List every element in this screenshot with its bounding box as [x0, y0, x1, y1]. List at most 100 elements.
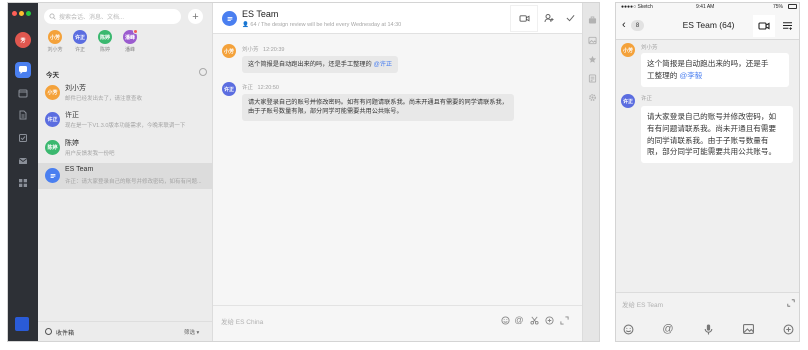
inbox-icon	[45, 328, 52, 335]
mobile-voice-button[interactable]	[702, 323, 714, 335]
favorite-contact[interactable]: 潘峰 潘峰	[119, 29, 141, 53]
chat-subtitle: 👤 64 / The design review will be held ev…	[242, 22, 401, 28]
filter-dropdown[interactable]: 筛选 ▾	[184, 328, 199, 336]
status-bar: ●●●●○ Sketch 9:41 AM 75%	[616, 3, 799, 11]
image-folder-icon[interactable]	[587, 35, 598, 46]
message-avatar: 许正	[621, 94, 635, 108]
rail-docs-icon[interactable]	[15, 107, 31, 123]
message-avatar: 小芳	[621, 43, 635, 57]
message-bubble: 请大家登录自己的账号并修改密码，如 有有问题请联系我。尚未开通且有需要 的同学请…	[641, 106, 793, 164]
add-member-button[interactable]	[544, 13, 554, 23]
mention-button[interactable]: @	[514, 315, 524, 325]
more-actions-button[interactable]	[544, 315, 554, 325]
conversation-row-selected[interactable]: ES Team 许正：请大家登录自己的账号并修改密码，如有有问题...	[38, 163, 212, 189]
conversation-name: ES Team	[65, 166, 94, 173]
settings-icon[interactable]	[587, 92, 598, 103]
chat-title: ES Team	[242, 9, 279, 19]
mobile-nav-bar: ‹ 8 ES Team (64)	[616, 11, 799, 40]
video-camera-icon	[519, 15, 529, 22]
announcement-icon[interactable]	[587, 73, 598, 84]
at-sign-icon: @	[514, 315, 524, 325]
video-camera-icon	[758, 22, 770, 30]
emoji-icon	[500, 315, 510, 325]
favorite-name: 陈婷	[99, 47, 110, 53]
chat-group-avatar	[222, 11, 237, 26]
conversation-name: 许正	[65, 112, 79, 119]
favorite-contact[interactable]: 许正 许正	[69, 30, 91, 53]
plus-circle-icon	[544, 315, 554, 325]
search-box[interactable]: 搜索会话、消息、文档...	[44, 9, 181, 24]
message-text-line: 这个简报是自动跑出来的吗，还是手	[647, 59, 769, 68]
favorite-avatar: 小芳	[48, 30, 62, 44]
conversation-preview: 用户反馈发我一份吧	[65, 151, 115, 157]
conversation-avatar: 许正	[45, 112, 60, 127]
rail-chat-icon[interactable]	[15, 62, 31, 78]
collapse-section-icon[interactable]	[199, 68, 207, 76]
minimize-window-dot[interactable]	[19, 11, 24, 16]
message-text-line: 工整理的	[647, 70, 680, 80]
mobile-video-call-button[interactable]	[753, 15, 775, 37]
expand-composer-button[interactable]	[559, 315, 569, 325]
close-window-dot[interactable]	[12, 11, 17, 16]
microphone-icon	[704, 324, 712, 334]
composer-placeholder: 发给 ES China	[221, 319, 264, 326]
mobile-emoji-button[interactable]	[622, 323, 634, 335]
back-unread-badge[interactable]: 8	[631, 20, 644, 31]
mobile-mention-button[interactable]: @	[662, 323, 674, 335]
conversation-row[interactable]: 小芳 刘小芳 邮件已经发出去了，请注意查收	[38, 80, 212, 106]
favorite-contact[interactable]: 陈婷 陈婷	[94, 30, 116, 53]
rail-apps-icon[interactable]	[15, 175, 31, 191]
conversation-preview: 邮件已经发出去了，请注意查收	[65, 96, 143, 102]
message-meta: 许正 12:20:50	[242, 83, 279, 91]
rail-calendar-icon[interactable]	[15, 85, 31, 101]
search-icon	[49, 13, 56, 20]
message-composer[interactable]: 发给 ES China @	[213, 305, 582, 341]
conversation-avatar: 小芳	[45, 85, 60, 100]
emoji-button[interactable]	[500, 315, 510, 325]
message-time: 12:20:39	[263, 47, 285, 53]
mobile-image-button[interactable]	[742, 323, 754, 335]
conversation-preview: 许正：请大家登录自己的账号并修改密码，如有有问题...	[65, 179, 202, 185]
back-chevron-icon[interactable]: ‹	[622, 20, 626, 31]
scissors-icon	[529, 316, 539, 325]
inbox-label[interactable]: 收件箱	[56, 328, 74, 337]
screenshot-button[interactable]	[529, 315, 539, 325]
mention-link[interactable]: @许正	[373, 61, 392, 68]
rail-tasks-icon[interactable]	[15, 130, 31, 146]
mobile-menu-button[interactable]	[781, 20, 793, 31]
favorite-avatar: 陈婷	[98, 30, 112, 44]
done-button[interactable]	[565, 13, 575, 23]
mention-link[interactable]: @李毅	[679, 71, 702, 80]
pin-icon[interactable]	[587, 54, 598, 65]
message-bubble: 这个简报是自动跑出来的吗，还是手工整理的 @许正	[242, 56, 399, 74]
favorite-avatar-text: 潘峰	[124, 34, 135, 41]
mobile-device: ●●●●○ Sketch 9:41 AM 75% ‹ 8 ES Team (64…	[615, 2, 800, 342]
mobile-more-button[interactable]	[782, 323, 794, 335]
conversation-row[interactable]: 陈婷 陈婷 用户反馈发我一份吧	[38, 135, 212, 161]
mobile-expand-button[interactable]	[786, 298, 795, 307]
message-text-line: 的同学请联系我。由于子账号数量有	[647, 135, 769, 145]
battery-label: 75%	[773, 4, 784, 10]
search-placeholder: 搜索会话、消息、文档...	[59, 15, 125, 21]
message-text-line: 限，部分同学可能需要共用公共账号。	[647, 147, 777, 157]
group-chat-icon	[50, 173, 55, 178]
message-avatar: 许正	[222, 82, 236, 96]
section-today-label: 今天	[46, 72, 59, 79]
carrier-label: ●●●●○ Sketch	[621, 4, 653, 10]
briefcase-icon[interactable]	[587, 14, 598, 25]
app-rail: 芳	[8, 3, 38, 341]
brand-logo-icon	[15, 317, 29, 331]
maximize-window-dot[interactable]	[26, 11, 31, 16]
new-conversation-button[interactable]: +	[188, 9, 203, 24]
mobile-composer[interactable]: 发给 ES Team @	[616, 292, 799, 341]
video-call-button[interactable]	[511, 6, 537, 31]
rail-mail-icon[interactable]	[15, 153, 31, 169]
mobile-composer-placeholder: 发给 ES Team	[622, 302, 664, 309]
favorite-contact[interactable]: 小芳 刘小芳	[44, 30, 66, 53]
favorite-name: 潘峰	[124, 47, 135, 53]
group-avatar	[45, 168, 60, 183]
current-user-avatar[interactable]: 芳	[15, 32, 31, 48]
conversation-row[interactable]: 许正 许正 现在是一下V1.3.0版本功能需求，今晚来联调一下	[38, 107, 212, 133]
chat-panel: ES Team 👤 64 / The design review will be…	[213, 3, 582, 341]
emoji-icon	[623, 324, 633, 334]
